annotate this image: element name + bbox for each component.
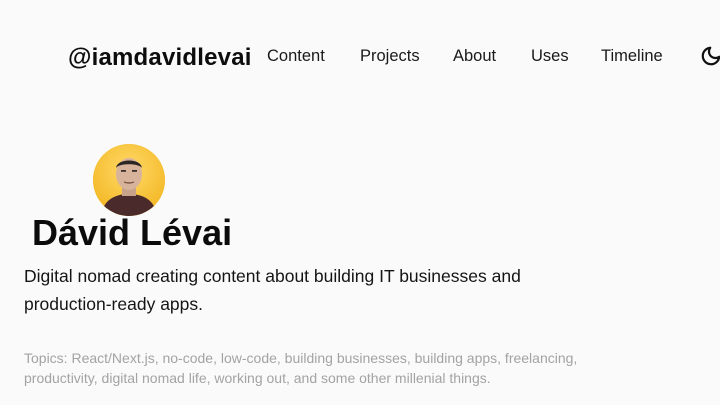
nav-link-uses[interactable]: Uses (531, 47, 569, 66)
avatar (93, 144, 165, 216)
tagline-text: Digital nomad creating content about bui… (24, 266, 521, 314)
nav-link-timeline[interactable]: Timeline (601, 47, 663, 66)
page-title: Dávid Lévai (32, 212, 233, 253)
topics-text: Topics: React/Next.js, no-code, low-code… (24, 350, 578, 386)
moon-icon (701, 46, 720, 66)
nav-link-projects[interactable]: Projects (360, 47, 420, 66)
avatar-photo (93, 144, 165, 216)
nav-link-content[interactable]: Content (267, 47, 325, 66)
nav-link-about[interactable]: About (453, 47, 496, 66)
page: @iamdavidlevai Content Projects About Us… (0, 0, 720, 405)
site-logo-link[interactable]: @iamdavidlevai (68, 44, 252, 72)
theme-toggle-button[interactable] (700, 45, 720, 67)
